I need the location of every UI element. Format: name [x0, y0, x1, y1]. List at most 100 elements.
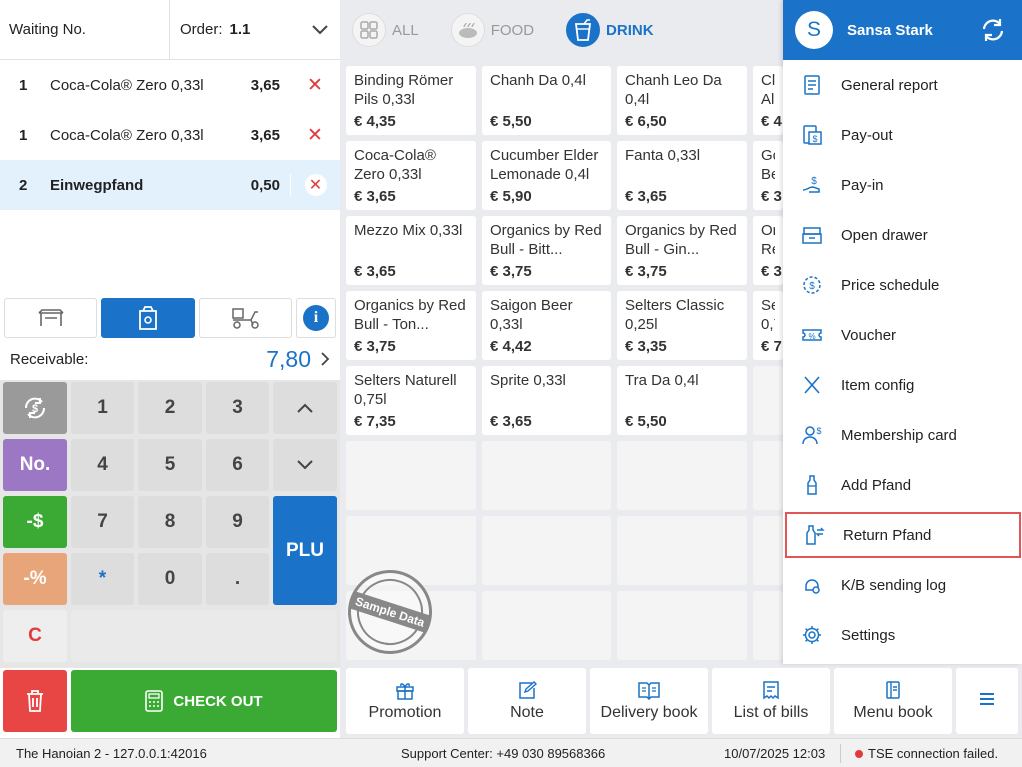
product-tile[interactable]: Goc Ber € 3	[753, 141, 783, 210]
currency-exchange-button[interactable]: $	[3, 382, 67, 434]
key-dot[interactable]: .	[206, 553, 269, 605]
receivable-row[interactable]: Receivable: 7,80	[0, 340, 340, 378]
dine-in-button[interactable]	[4, 298, 97, 338]
user-name: Sansa Stark	[847, 21, 933, 39]
clear-button[interactable]: C	[3, 610, 67, 662]
menu-item-price-schedule[interactable]: $ Price schedule	[783, 260, 1022, 310]
category-drink[interactable]: DRINK	[566, 13, 654, 47]
key-5[interactable]: 5	[138, 439, 202, 491]
discount-amount-button[interactable]: -$	[3, 496, 67, 548]
remove-item-icon[interactable]: ✕	[290, 124, 340, 147]
menu-item-settings[interactable]: Settings	[783, 610, 1022, 660]
chevron-right-icon[interactable]	[321, 352, 330, 366]
takeaway-button[interactable]	[101, 298, 195, 338]
menu-item-pay-in[interactable]: $ Pay-in	[783, 160, 1022, 210]
product-tile[interactable]: Mezzo Mix 0,33l € 3,65	[346, 216, 476, 285]
key-star[interactable]: *	[71, 553, 134, 605]
product-tile[interactable]: Org Rec € 3	[753, 216, 783, 285]
order-selector[interactable]: Order: 1.1	[170, 21, 340, 38]
list-of-bills-button[interactable]: List of bills	[712, 668, 830, 734]
remove-item-icon[interactable]: ✕	[290, 74, 340, 97]
product-tile[interactable]: Chanh Da 0,4l € 5,50	[482, 66, 611, 135]
checkout-button[interactable]: CHECK OUT	[71, 670, 337, 732]
order-item-row-selected[interactable]: 2 Einwegpfand 0,50 ✕	[0, 160, 340, 210]
menu-item-k-b-sending-log[interactable]: K/B sending log	[783, 560, 1022, 610]
tse-status[interactable]: TSE connection failed.	[855, 746, 998, 761]
category-all[interactable]: ALL	[352, 13, 419, 47]
scroll-down-button[interactable]	[273, 439, 337, 491]
item-config-icon	[804, 376, 820, 394]
more-menu-button[interactable]	[956, 668, 1018, 734]
note-button[interactable]: Note	[468, 668, 586, 734]
menu-item-pay-out[interactable]: $ Pay-out	[783, 110, 1022, 160]
product-tile[interactable]: Selters Classic 0,25l € 3,35	[617, 291, 747, 360]
product-tile[interactable]: Selters Naturell 0,75l € 7,35	[346, 366, 476, 435]
menu-item-voucher[interactable]: % Voucher	[783, 310, 1022, 360]
order-item-row[interactable]: 1 Coca-Cola® Zero 0,33l 3,65 ✕	[0, 60, 340, 110]
product-tile[interactable]: Organics by Red Bull - Gin... € 3,75	[617, 216, 747, 285]
key-4[interactable]: 4	[71, 439, 134, 491]
chevron-down-icon	[297, 460, 313, 470]
item-price: 3,65	[250, 126, 280, 144]
product-price: € 3,65	[354, 188, 396, 205]
note-icon	[519, 681, 537, 699]
product-tile[interactable]: Sprite 0,33l € 3,65	[482, 366, 611, 435]
product-tile[interactable]: Organics by Red Bull - Ton... € 3,75	[346, 291, 476, 360]
user-header: S Sansa Stark	[783, 0, 1022, 60]
key-0[interactable]: 0	[138, 553, 202, 605]
key-8[interactable]: 8	[138, 496, 202, 548]
remove-item-icon[interactable]: ✕	[290, 174, 340, 196]
category-label: FOOD	[490, 21, 535, 39]
bottle-icon	[783, 474, 841, 496]
payout-icon: $	[783, 124, 841, 146]
order-item-row[interactable]: 1 Coca-Cola® Zero 0,33l 3,65 ✕	[0, 110, 340, 160]
category-label: ALL	[392, 21, 419, 39]
menu-item-open-drawer[interactable]: Open drawer	[783, 210, 1022, 260]
menu-item-membership-card[interactable]: $ Membership card	[783, 410, 1022, 460]
product-tile[interactable]: Binding Römer Pils 0,33l € 4,35	[346, 66, 476, 135]
keypad: $ 1 2 3 No. 4 5 6 -$ 7 8 9 PLU -% * 0 . …	[0, 380, 340, 668]
info-button[interactable]: i	[296, 298, 336, 338]
chevron-down-icon[interactable]	[312, 24, 328, 35]
key-2[interactable]: 2	[138, 382, 202, 434]
menu-item-label: Return Pfand	[843, 526, 932, 544]
product-tile[interactable]: Chanh Leo Da 0,4l € 6,50	[617, 66, 747, 135]
delivery-button[interactable]	[199, 298, 292, 338]
key-9[interactable]: 9	[206, 496, 269, 548]
menu-book-button[interactable]: Menu book	[834, 668, 952, 734]
menu-item-return-pfand[interactable]: Return Pfand	[785, 512, 1021, 558]
key-7[interactable]: 7	[71, 496, 134, 548]
product-price: € 3,65	[354, 263, 396, 280]
product-tile[interactable]: Cla Alc € 4	[753, 66, 783, 135]
menu-item-item-config[interactable]: Item config	[783, 360, 1022, 410]
promotion-button[interactable]: Promotion	[346, 668, 464, 734]
product-tile[interactable]: Sel 0,7 € 7	[753, 291, 783, 360]
toolbar-label: Note	[510, 704, 544, 721]
membership-icon: $	[783, 424, 841, 446]
menu-item-general-report[interactable]: General report	[783, 60, 1022, 110]
discount-percent-button[interactable]: -%	[3, 553, 67, 605]
product-tile[interactable]: Cucumber Elder Lemonade 0,4l € 5,90	[482, 141, 611, 210]
scroll-up-button[interactable]	[273, 382, 337, 434]
product-price: € 3	[761, 263, 782, 280]
number-button[interactable]: No.	[3, 439, 67, 491]
product-price: € 3,75	[625, 263, 667, 280]
category-food[interactable]: FOOD	[450, 13, 535, 47]
product-tile[interactable]: Coca-Cola® Zero 0,33l € 3,65	[346, 141, 476, 210]
checkout-label: CHECK OUT	[173, 692, 263, 710]
product-price: € 7,35	[354, 413, 396, 430]
product-tile[interactable]: Tra Da 0,4l € 5,50	[617, 366, 747, 435]
key-1[interactable]: 1	[71, 382, 134, 434]
refresh-icon[interactable]	[980, 17, 1006, 43]
product-name: Org Rec	[761, 222, 775, 258]
product-tile[interactable]: Saigon Beer 0,33l € 4,42	[482, 291, 611, 360]
product-tile[interactable]: Fanta 0,33l € 3,65	[617, 141, 747, 210]
waiting-number-field[interactable]: Waiting No.	[0, 0, 170, 60]
key-6[interactable]: 6	[206, 439, 269, 491]
product-tile[interactable]: Organics by Red Bull - Bitt... € 3,75	[482, 216, 611, 285]
key-3[interactable]: 3	[206, 382, 269, 434]
plu-button[interactable]: PLU	[273, 496, 337, 605]
delete-order-button[interactable]	[3, 670, 67, 732]
delivery-book-button[interactable]: Delivery book	[590, 668, 708, 734]
menu-item-add-pfand[interactable]: Add Pfand	[783, 460, 1022, 510]
